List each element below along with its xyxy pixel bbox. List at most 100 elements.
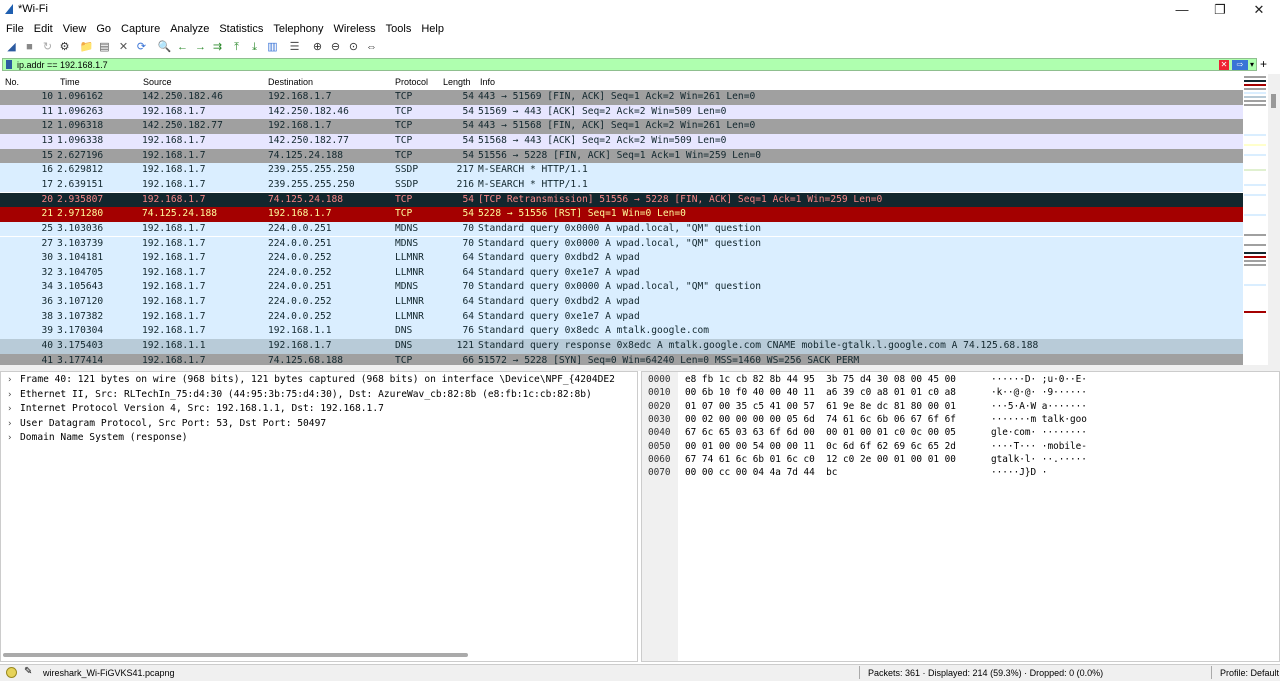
menu-capture[interactable]: Capture	[116, 20, 165, 38]
menu-edit[interactable]: Edit	[29, 20, 58, 38]
expand-arrow-icon[interactable]: ›	[7, 388, 12, 403]
packet-row[interactable]: 17 2.639151 192.168.1.7 239.255.255.250 SSDP…	[0, 177, 1243, 193]
column-header-destination[interactable]: Destination	[268, 77, 313, 87]
normal-size-icon[interactable]: ⊙	[346, 40, 361, 55]
packet-protocol: DNS	[395, 325, 413, 337]
restart-icon[interactable]: ↻	[40, 40, 55, 55]
profile-switcher[interactable]: Profile: Default	[1220, 668, 1279, 678]
column-header-time[interactable]: Time	[60, 77, 80, 87]
packet-row[interactable]: 15 2.627196 192.168.1.7 74.125.24.188 TCP 54 5…	[0, 148, 1243, 164]
options-gear-icon[interactable]: ⚙	[57, 40, 72, 55]
packet-row[interactable]: 10 1.096162 142.250.182.46 192.168.1.7 TCP 54…	[0, 90, 1243, 105]
hex-row[interactable]: 0040 67 6c 65 03 63 6f 6d 00 00 01 00 01 …	[642, 426, 1279, 439]
packet-row[interactable]: 12 1.096318 142.250.182.77 192.168.1.7 TCP 54…	[0, 119, 1243, 134]
detail-tree-item[interactable]: › User Datagram Protocol, Src Port: 53, D…	[1, 417, 637, 432]
packet-protocol: TCP	[395, 193, 413, 205]
last-packet-icon[interactable]: ⤓	[247, 40, 262, 55]
maximize-button[interactable]: ❐	[1200, 0, 1240, 20]
menu-help[interactable]: Help	[416, 20, 449, 38]
hex-row[interactable]: 0030 00 02 00 00 00 00 05 6d 74 61 6c 6b …	[642, 413, 1279, 426]
hex-row[interactable]: 0070 00 00 cc 00 04 4a 7d 44 bc ·····J}D ·	[642, 466, 1279, 479]
expand-arrow-icon[interactable]: ›	[7, 373, 12, 388]
packet-row[interactable]: 20 2.935807 192.168.1.7 74.125.24.188 TCP 54 […	[0, 192, 1243, 208]
packet-row[interactable]: 36 3.107120 192.168.1.7 224.0.0.252 LLMNR 64 S…	[0, 295, 1243, 310]
menu-statistics[interactable]: Statistics	[214, 20, 268, 38]
clear-filter-button[interactable]: ✕	[1219, 60, 1229, 70]
packet-row[interactable]: 32 3.104705 192.168.1.7 224.0.0.252 LLMNR 64 S…	[0, 265, 1243, 281]
filter-history-dropdown[interactable]: ▾	[1250, 59, 1254, 71]
menu-analyze[interactable]: Analyze	[165, 20, 214, 38]
shark-fin-start-icon[interactable]: ◢	[4, 40, 19, 55]
bookmark-icon[interactable]	[6, 60, 12, 69]
zoom-out-icon[interactable]: ⊖	[328, 40, 343, 55]
column-header-length[interactable]: Length	[443, 77, 471, 87]
go-to-packet-icon[interactable]: ⇉	[210, 40, 225, 55]
menu-wireless[interactable]: Wireless	[329, 20, 381, 38]
hex-row[interactable]: 0060 67 74 61 6c 6b 01 6c c0 12 c0 2e 00 …	[642, 453, 1279, 466]
close-button[interactable]: ✕	[1239, 0, 1279, 20]
expand-arrow-icon[interactable]: ›	[7, 417, 12, 432]
packet-list-scrollbar[interactable]	[1268, 74, 1280, 365]
packet-row[interactable]: 27 3.103739 192.168.1.7 224.0.0.251 MDNS 70 St…	[0, 236, 1243, 252]
detail-tree-item[interactable]: › Domain Name System (response)	[1, 431, 637, 446]
colorize-icon[interactable]: ☰	[287, 40, 302, 55]
stop-icon[interactable]: ■	[22, 40, 37, 55]
menu-file[interactable]: File	[1, 20, 29, 38]
display-filter-input[interactable]: ip.addr == 192.168.1.7 ✕ ⇨ ▾	[2, 58, 1257, 71]
packet-row[interactable]: 38 3.107382 192.168.1.7 224.0.0.252 LLMNR 64 S…	[0, 309, 1243, 325]
minimap-mark	[1244, 104, 1266, 106]
find-icon[interactable]: 🔍	[157, 40, 172, 55]
close-file-icon[interactable]: ✕	[116, 40, 131, 55]
column-header-protocol[interactable]: Protocol	[395, 77, 428, 87]
packet-destination: 74.125.24.188	[268, 149, 344, 161]
minimap-mark	[1244, 154, 1266, 156]
hex-ascii: gle·com· ········	[991, 427, 1087, 439]
packet-row[interactable]: 30 3.104181 192.168.1.7 224.0.0.252 LLMNR 64 S…	[0, 251, 1243, 266]
hex-row[interactable]: 0010 00 6b 10 f0 40 00 40 11 a6 39 c0 a8 …	[642, 386, 1279, 399]
hex-row[interactable]: 0050 00 01 00 00 54 00 00 11 0c 6d 6f 62 …	[642, 440, 1279, 453]
open-folder-icon[interactable]: 📁	[79, 40, 94, 55]
capture-comment-icon[interactable]: ✎	[24, 666, 32, 677]
packet-row[interactable]: 11 1.096263 192.168.1.7 142.250.182.46 TCP 54…	[0, 104, 1243, 120]
hex-row[interactable]: 0000 e8 fb 1c cb 82 8b 44 95 3b 75 d4 30 …	[642, 373, 1279, 386]
menu-go[interactable]: Go	[91, 20, 116, 38]
column-header-no[interactable]: No.	[5, 77, 19, 87]
column-header-source[interactable]: Source	[143, 77, 172, 87]
detail-tree-item[interactable]: › Ethernet II, Src: RLTechIn_75:d4:30 (44…	[1, 388, 637, 403]
filter-text[interactable]: ip.addr == 192.168.1.7	[17, 59, 108, 71]
add-filter-button[interactable]: +	[1260, 58, 1267, 70]
packet-row[interactable]: 16 2.629812 192.168.1.7 239.255.255.250 SSDP…	[0, 163, 1243, 178]
detail-tree-item[interactable]: › Internet Protocol Version 4, Src: 192.1…	[1, 402, 637, 417]
expand-arrow-icon[interactable]: ›	[7, 431, 12, 446]
details-horizontal-scrollbar[interactable]	[3, 653, 468, 657]
packet-row[interactable]: 13 1.096338 192.168.1.7 142.250.182.77 TCP 54…	[0, 133, 1243, 149]
detail-tree-item[interactable]: › Frame 40: 121 bytes on wire (968 bits),…	[1, 373, 637, 388]
save-file-icon[interactable]: ▤	[97, 40, 112, 55]
apply-filter-button[interactable]: ⇨	[1232, 60, 1248, 70]
packet-row[interactable]: 21 2.971280 74.125.24.188 192.168.1.7 TCP 54 5…	[0, 207, 1243, 222]
column-header-info[interactable]: Info	[480, 77, 495, 87]
reload-icon[interactable]: ⟳	[134, 40, 149, 55]
menu-tools[interactable]: Tools	[381, 20, 417, 38]
packet-minimap[interactable]	[1243, 74, 1267, 365]
first-packet-icon[interactable]: ⤒	[229, 40, 244, 55]
minimize-button[interactable]: —	[1162, 0, 1202, 20]
packet-row[interactable]: 25 3.103036 192.168.1.7 224.0.0.251 MDNS 70 St…	[0, 221, 1243, 237]
zoom-in-icon[interactable]: ⊕	[310, 40, 325, 55]
go-back-icon[interactable]: ←	[175, 40, 190, 55]
autoscroll-icon[interactable]: ▥	[265, 40, 280, 55]
scrollbar-thumb[interactable]	[1271, 94, 1276, 108]
menu-view[interactable]: View	[58, 20, 92, 38]
packet-destination: 192.168.1.7	[268, 120, 332, 132]
expand-arrow-icon[interactable]: ›	[7, 402, 12, 417]
hex-row[interactable]: 0020 01 07 00 35 c5 41 00 57 61 9e 8e dc …	[642, 400, 1279, 413]
packet-row[interactable]: 41 3.177414 192.168.1.7 74.125.68.188 TCP 66 5…	[0, 353, 1243, 365]
packet-row[interactable]: 39 3.170304 192.168.1.7 192.168.1.1 DNS 76 Sta…	[0, 324, 1243, 339]
menu-telephony[interactable]: Telephony	[268, 20, 328, 38]
packet-row[interactable]: 34 3.105643 192.168.1.7 224.0.0.251 MDNS 70 St…	[0, 280, 1243, 296]
expert-info-indicator[interactable]	[6, 667, 17, 678]
resize-columns-icon[interactable]: ⇔	[364, 40, 379, 55]
packet-row[interactable]: 40 3.175403 192.168.1.1 192.168.1.7 DNS 121 St…	[0, 339, 1243, 354]
packet-no: 25	[41, 222, 53, 234]
go-forward-icon[interactable]: →	[193, 40, 208, 55]
